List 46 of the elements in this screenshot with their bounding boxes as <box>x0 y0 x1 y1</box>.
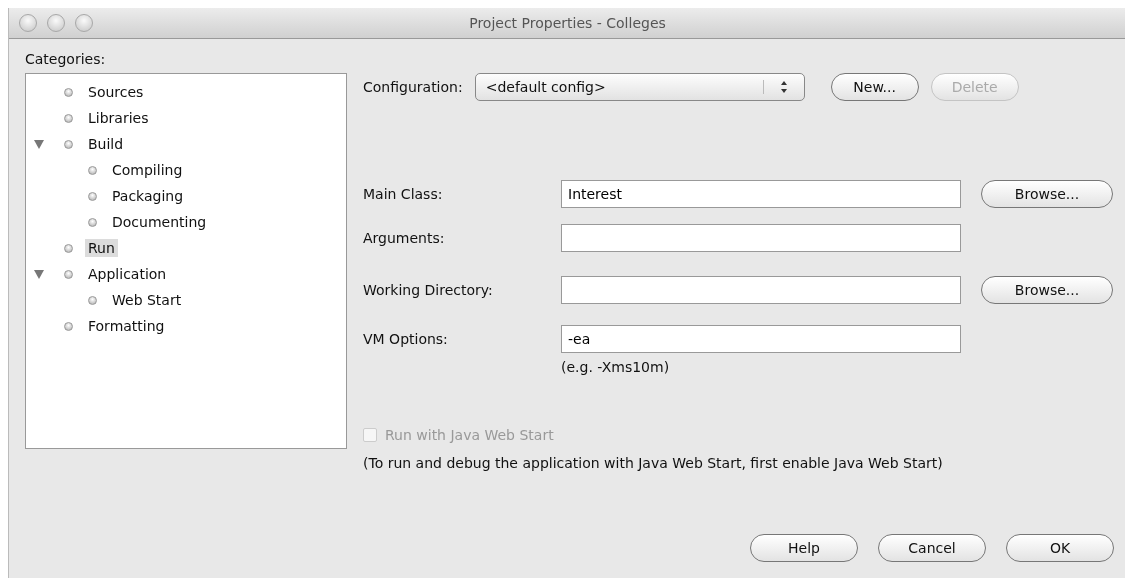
configuration-button[interactable]: New... <box>830 73 919 101</box>
field-label: Working Directory: <box>363 282 493 298</box>
tree-item[interactable]: Documenting <box>109 213 210 231</box>
bullet-icon <box>88 165 97 175</box>
browse-button[interactable]: Browse... <box>981 276 1113 304</box>
window-control-button[interactable] <box>75 14 93 32</box>
hint-text: (e.g. -Xms10m) <box>561 359 671 375</box>
bullet-icon <box>88 191 97 201</box>
categories-label: Categories: <box>25 51 106 67</box>
configuration-label: Configuration: <box>363 79 463 95</box>
tree-item[interactable]: Compiling <box>109 161 186 179</box>
note-text: (To run and debug the application with Java Web Start, first enable Java Web Start) <box>363 455 944 471</box>
text-field[interactable]: Interest <box>561 180 961 208</box>
dialog-button[interactable]: Help <box>750 534 858 562</box>
field-label: VM Options: <box>363 331 448 347</box>
bullet-icon <box>88 217 97 227</box>
text-field[interactable]: -ea <box>561 325 961 353</box>
checkbox-label: Run with Java Web Start <box>385 427 554 443</box>
text-field[interactable] <box>561 224 961 252</box>
window-control-button[interactable] <box>19 14 37 32</box>
dialog-button[interactable]: OK <box>1006 534 1114 562</box>
tree-item[interactable]: Web Start <box>109 291 185 309</box>
tree-item[interactable]: Packaging <box>109 187 187 205</box>
bullet-icon <box>64 243 73 253</box>
bullet-icon <box>64 269 73 279</box>
expanded-triangle-icon[interactable] <box>34 270 44 279</box>
text-field[interactable] <box>561 276 961 304</box>
tree-item[interactable]: Libraries <box>85 109 152 127</box>
tree-item[interactable]: Sources <box>85 83 147 101</box>
browse-button[interactable]: Browse... <box>981 180 1113 208</box>
window-control-button[interactable] <box>47 14 65 32</box>
dialog-button[interactable]: Cancel <box>878 534 986 562</box>
bullet-icon <box>88 295 97 305</box>
window-title: Project Properties - Colleges <box>469 15 666 31</box>
bullet-icon <box>64 87 73 97</box>
bullet-icon <box>64 321 73 331</box>
field-label: Arguments: <box>363 230 445 246</box>
configuration-dropdown[interactable]: <default config> <box>474 73 805 101</box>
tree-item[interactable]: Build <box>85 135 127 153</box>
tree-item[interactable]: Application <box>85 265 170 283</box>
tree-item[interactable]: Formatting <box>85 317 168 335</box>
bullet-icon <box>64 113 73 123</box>
bullet-icon <box>64 139 73 149</box>
expanded-triangle-icon[interactable] <box>34 140 44 149</box>
field-label: Main Class: <box>363 186 443 202</box>
tree-item[interactable]: Run <box>85 239 118 257</box>
